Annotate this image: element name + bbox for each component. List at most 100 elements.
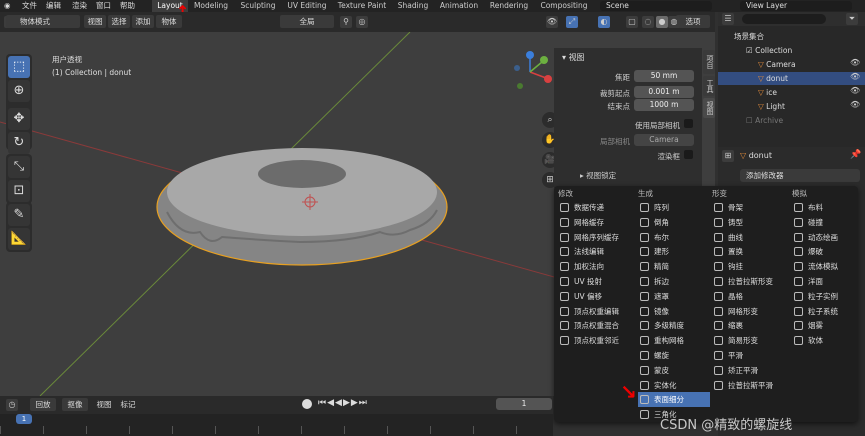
playhead[interactable]: 1	[16, 414, 32, 424]
modifier-menu-item[interactable]: 钩挂	[712, 259, 784, 274]
select-box-icon[interactable]: ⬚	[8, 56, 30, 78]
tab-shading[interactable]: Shading	[394, 0, 432, 12]
modifier-menu-item[interactable]: 软体	[792, 333, 864, 348]
modifier-menu-item[interactable]: 洋面	[792, 274, 864, 289]
gizmo-icon[interactable]: ⤢	[566, 16, 578, 28]
tab-uv-editing[interactable]: UV Editing	[284, 0, 330, 12]
render-border-checkbox[interactable]	[684, 150, 693, 159]
rotate-icon[interactable]: ↻	[8, 132, 30, 154]
modifier-menu-item[interactable]: 爆破	[792, 244, 864, 259]
outliner-search-input[interactable]	[742, 14, 826, 24]
menu-view[interactable]: 视图	[84, 15, 106, 28]
modifier-menu-item[interactable]: 曲线	[712, 230, 784, 245]
light-visibility-icon[interactable]: 👁	[850, 100, 860, 109]
modifier-menu-item[interactable]: 矫正平滑	[712, 363, 784, 378]
modifier-menu-item[interactable]: 网格缓存	[558, 215, 630, 230]
tab-sculpting[interactable]: Sculpting	[236, 0, 280, 12]
donut-visibility-icon[interactable]: 👁	[850, 72, 860, 81]
modifier-menu-item[interactable]: 建形	[638, 244, 710, 259]
tab-rendering[interactable]: Rendering	[486, 0, 532, 12]
transform-icon[interactable]: ⊡	[8, 180, 30, 202]
outliner-type-icon[interactable]: ☰	[722, 13, 734, 25]
modifier-menu-item[interactable]: 网格序列缓存	[558, 230, 630, 245]
outliner-item-archive[interactable]: ☐ Archive	[718, 114, 865, 127]
tab-modeling[interactable]: Modeling	[190, 0, 232, 12]
modifier-menu-item[interactable]: 铸型	[712, 215, 784, 230]
add-modifier-button[interactable]: 添加修改器	[740, 169, 860, 182]
modifier-menu-item[interactable]: 布尔	[638, 230, 710, 245]
xray-icon[interactable]: ▢	[626, 16, 638, 28]
modifier-menu-item[interactable]: 蒙皮	[638, 363, 710, 378]
modifier-menu-item[interactable]: 粒子实例	[792, 289, 864, 304]
menu-help[interactable]: 帮助	[120, 0, 135, 12]
timeline-ruler[interactable]: 1	[0, 414, 553, 436]
filter-icon[interactable]: ⏷	[846, 13, 858, 25]
menu-edit[interactable]: 编辑	[46, 0, 61, 12]
record-icon[interactable]	[302, 399, 312, 409]
annotate-icon[interactable]: ✎	[8, 204, 30, 226]
transform-orientation[interactable]: 全局	[280, 15, 334, 28]
modifier-menu-item[interactable]: 遮罩	[638, 289, 710, 304]
modifier-menu-item[interactable]: 拆边	[638, 274, 710, 289]
modifier-menu-item[interactable]: 烟雾	[792, 318, 864, 333]
modifier-menu-item[interactable]: UV 投射	[558, 274, 630, 289]
menu-object[interactable]: 物体	[156, 15, 182, 28]
outliner-item-collection[interactable]: ☑ Collection	[718, 44, 865, 57]
modifier-menu-item[interactable]: 网格形变	[712, 304, 784, 319]
menu-select[interactable]: 选择	[108, 15, 130, 28]
camera-field[interactable]: Camera	[634, 134, 694, 146]
keying-menu[interactable]: 抠像	[62, 398, 88, 411]
tab-compositing[interactable]: Compositing	[536, 0, 592, 12]
modifier-menu-item[interactable]: 顶点权重邻近	[558, 333, 630, 348]
snap-icon[interactable]: ⚲	[340, 16, 352, 28]
modifier-menu-item[interactable]: 粒子系统	[792, 304, 864, 319]
modifier-menu-item[interactable]: 置换	[712, 244, 784, 259]
overlay-icon[interactable]: ◐	[598, 16, 610, 28]
modifier-menu-item[interactable]: 数据传递	[558, 200, 630, 215]
visibility-icon[interactable]: 👁	[546, 16, 558, 28]
clip-start-field[interactable]: 0.001 m	[634, 86, 694, 98]
modifier-menu-item[interactable]: 顶点权重混合	[558, 318, 630, 333]
modifier-menu-item[interactable]: 多级精度	[638, 318, 710, 333]
clip-end-field[interactable]: 1000 m	[634, 99, 694, 111]
outliner-item-light[interactable]: ▽ Light	[718, 100, 865, 113]
tab-texture-paint[interactable]: Texture Paint	[334, 0, 390, 12]
proportional-edit-icon[interactable]: ◎	[356, 16, 368, 28]
modifier-menu-item[interactable]: 镜像	[638, 304, 710, 319]
camera-visibility-icon[interactable]: 👁	[850, 58, 860, 67]
menu-window[interactable]: 窗口	[96, 0, 111, 12]
solid-shading-icon[interactable]: ●	[656, 16, 668, 28]
outliner-item-ice[interactable]: ▽ ice	[718, 86, 865, 99]
mode-selector[interactable]: 物体模式	[6, 15, 80, 28]
menu-render[interactable]: 渲染	[72, 0, 87, 12]
playback-menu[interactable]: 回放	[30, 398, 56, 411]
modifier-menu-item[interactable]: 拉普拉斯形变	[712, 274, 784, 289]
modifier-menu-item[interactable]: 碰撞	[792, 215, 864, 230]
local-camera-checkbox[interactable]	[684, 119, 693, 128]
cursor-icon[interactable]: ⊕	[8, 80, 30, 102]
scene-selector[interactable]: Scene	[600, 1, 712, 11]
modifier-menu-item[interactable]: 表面细分	[638, 392, 710, 408]
material-shading-icon[interactable]: ◍	[668, 16, 680, 28]
markers-menu[interactable]: 标记	[118, 398, 138, 411]
modifier-menu-item[interactable]: UV 偏移	[558, 289, 630, 304]
scale-icon[interactable]: ⤡	[8, 156, 30, 178]
outliner-root[interactable]: 场景集合	[718, 30, 865, 43]
panel-section-view[interactable]: ▾ 视图	[562, 52, 585, 63]
timeline-view-menu[interactable]: 视图	[94, 398, 114, 411]
modifier-menu-item[interactable]: 布料	[792, 200, 864, 215]
current-frame-field[interactable]: 1	[496, 398, 552, 410]
modifier-menu-item[interactable]: 流体模拟	[792, 259, 864, 274]
modifier-menu-item[interactable]: 精简	[638, 259, 710, 274]
tab-item[interactable]: 项目	[703, 50, 715, 74]
modifier-menu-item[interactable]: 阵列	[638, 200, 710, 215]
menu-file[interactable]: 文件	[22, 0, 37, 12]
modifier-menu-item[interactable]: 缩裹	[712, 318, 784, 333]
view-lock-section[interactable]: ▸ 视图锁定	[580, 170, 616, 181]
options-button[interactable]: 选项	[676, 15, 710, 28]
pin-icon[interactable]: 📌	[850, 150, 861, 160]
blender-logo-icon[interactable]: ◉	[4, 0, 11, 12]
outliner-item-donut[interactable]: ▽ donut	[718, 72, 865, 85]
focal-field[interactable]: 50 mm	[634, 70, 694, 82]
modifier-menu-item[interactable]: 拉普拉斯平滑	[712, 378, 784, 393]
